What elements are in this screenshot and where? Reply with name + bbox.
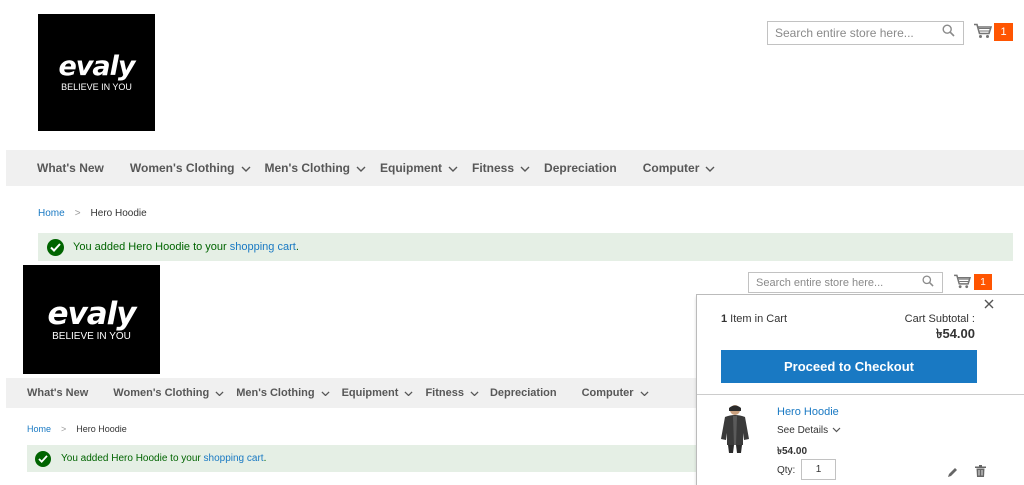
nav-item-women-s-clothing[interactable]: Women's Clothing bbox=[113, 387, 224, 399]
nav-item-label: Depreciation bbox=[489, 387, 557, 399]
logo-tagline: BELIEVE IN YOU bbox=[52, 330, 131, 342]
logo-wordmark: evaly bbox=[47, 295, 137, 332]
search-box bbox=[748, 272, 943, 293]
nav-item-women-s-clothing[interactable]: Women's Clothing bbox=[130, 161, 251, 175]
close-icon[interactable] bbox=[983, 297, 995, 315]
main-navigation: What's New Women's Clothing Men's Clothing… bbox=[6, 150, 1024, 186]
shopping-cart-link[interactable]: shopping cart bbox=[204, 453, 264, 464]
store-logo[interactable]: evaly BELIEVE IN YOU bbox=[23, 265, 160, 374]
minicart-item-count: 1 Item in Cart bbox=[721, 313, 787, 325]
message-suffix: . bbox=[295, 241, 299, 253]
chevron-down-icon bbox=[705, 161, 715, 175]
nav-item-men-s-clothing[interactable]: Men's Clothing bbox=[265, 161, 367, 175]
breadcrumb-current: Hero Hoodie bbox=[90, 208, 147, 219]
nav-item-label: Fitness bbox=[472, 161, 515, 175]
cart-icon[interactable] bbox=[974, 23, 993, 44]
qty-input[interactable] bbox=[801, 459, 836, 480]
see-details-label: See Details bbox=[777, 425, 829, 436]
nav-item-label: Men's Clothing bbox=[264, 161, 351, 175]
message-text: You added Hero Hoodie to your bbox=[73, 241, 230, 253]
nav-item-depreciation[interactable]: Depreciation bbox=[490, 387, 557, 399]
search-input[interactable] bbox=[768, 26, 963, 40]
search-input[interactable] bbox=[749, 276, 942, 289]
cart-icon[interactable] bbox=[954, 274, 972, 294]
nav-item-fitness[interactable]: Fitness bbox=[425, 387, 479, 399]
nav-item-men-s-clothing[interactable]: Men's Clothing bbox=[236, 387, 330, 399]
product-thumbnail[interactable] bbox=[717, 403, 753, 453]
minicart-divider bbox=[697, 394, 1024, 395]
success-check-icon bbox=[35, 450, 51, 467]
subtotal-label: Cart Subtotal : bbox=[904, 313, 975, 325]
qty-label: Qty: bbox=[777, 465, 796, 476]
nav-item-computer[interactable]: Computer bbox=[582, 387, 649, 399]
see-details-toggle[interactable]: See Details bbox=[777, 425, 841, 436]
chevron-down-icon bbox=[520, 161, 530, 175]
chevron-down-icon bbox=[404, 387, 413, 399]
nav-item-depreciation[interactable]: Depreciation bbox=[544, 161, 617, 175]
logo-tagline: BELIEVE IN YOU bbox=[61, 82, 132, 92]
breadcrumb-separator: > bbox=[74, 208, 81, 219]
page-section-lower: evaly BELIEVE IN YOU 1 What's New Women's… bbox=[0, 262, 1024, 485]
nav-item-label: Depreciation bbox=[544, 161, 617, 175]
breadcrumb-current: Hero Hoodie bbox=[76, 424, 127, 434]
breadcrumb: Home > Hero Hoodie bbox=[38, 208, 147, 219]
nav-item-label: Men's Clothing bbox=[236, 387, 315, 399]
chevron-down-icon bbox=[640, 387, 649, 399]
breadcrumb-home-link[interactable]: Home bbox=[38, 208, 65, 219]
chevron-down-icon bbox=[470, 387, 479, 399]
message-suffix: . bbox=[263, 453, 267, 464]
nav-item-label: Equipment bbox=[380, 161, 443, 175]
chevron-down-icon bbox=[215, 387, 224, 399]
page-section-upper: evaly BELIEVE IN YOU 1 What's New Women's… bbox=[0, 0, 1024, 262]
nav-item-label: Women's Clothing bbox=[129, 161, 235, 175]
proceed-to-checkout-button[interactable]: Proceed to Checkout bbox=[721, 350, 977, 383]
search-box bbox=[767, 21, 964, 45]
nav-item-fitness[interactable]: Fitness bbox=[472, 161, 530, 175]
trash-icon[interactable] bbox=[975, 464, 986, 482]
success-check-icon bbox=[47, 238, 64, 256]
chevron-down-icon bbox=[448, 161, 458, 175]
shopping-cart-link[interactable]: shopping cart bbox=[230, 241, 296, 253]
chevron-down-icon bbox=[832, 425, 841, 436]
nav-item-label: What's New bbox=[27, 387, 89, 399]
cart-count-badge[interactable]: 1 bbox=[994, 23, 1013, 41]
nav-item-label: Equipment bbox=[341, 387, 399, 399]
search-icon[interactable] bbox=[942, 24, 955, 42]
breadcrumb-home-link[interactable]: Home bbox=[27, 424, 51, 434]
logo-wordmark: evaly bbox=[58, 51, 136, 82]
store-logo[interactable]: evaly BELIEVE IN YOU bbox=[38, 14, 155, 131]
nav-item-label: What's New bbox=[37, 161, 104, 175]
subtotal-amount: ৳54.00 bbox=[935, 326, 975, 341]
breadcrumb-separator: > bbox=[61, 424, 67, 434]
nav-item-label: Fitness bbox=[425, 387, 464, 399]
nav-item-label: Women's Clothing bbox=[113, 387, 210, 399]
message-text: You added Hero Hoodie to your bbox=[61, 453, 204, 464]
chevron-down-icon bbox=[356, 161, 366, 175]
breadcrumb: Home > Hero Hoodie bbox=[27, 424, 127, 434]
nav-item-equipment[interactable]: Equipment bbox=[380, 161, 458, 175]
minicart-dropdown: 1 Item in Cart Cart Subtotal : ৳54.00 Pr… bbox=[696, 294, 1024, 485]
success-message: You added Hero Hoodie to your shopping c… bbox=[27, 445, 712, 472]
nav-item-what-s-new[interactable]: What's New bbox=[37, 161, 104, 175]
nav-item-label: Computer bbox=[581, 387, 634, 399]
nav-item-equipment[interactable]: Equipment bbox=[342, 387, 414, 399]
success-message: You added Hero Hoodie to your shopping c… bbox=[38, 233, 1013, 261]
chevron-down-icon bbox=[321, 387, 330, 399]
nav-item-label: Computer bbox=[642, 161, 700, 175]
minicart-count-text: Item in Cart bbox=[727, 313, 788, 325]
pencil-icon[interactable] bbox=[947, 465, 958, 483]
product-name-link[interactable]: Hero Hoodie bbox=[777, 406, 839, 418]
cart-count-badge[interactable]: 1 bbox=[974, 274, 992, 290]
chevron-down-icon bbox=[241, 161, 251, 175]
nav-item-what-s-new[interactable]: What's New bbox=[27, 387, 88, 399]
nav-item-computer[interactable]: Computer bbox=[643, 161, 716, 175]
search-icon[interactable] bbox=[922, 274, 934, 292]
